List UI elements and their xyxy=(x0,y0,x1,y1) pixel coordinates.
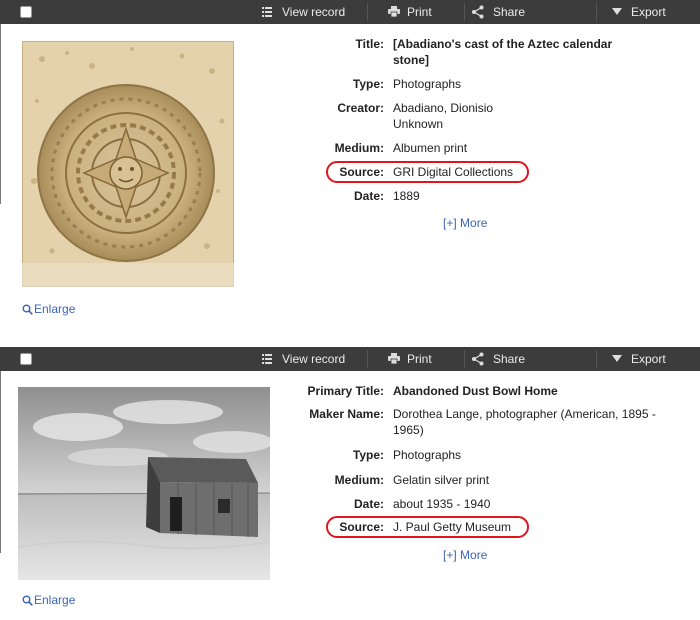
view-record-label: View record xyxy=(282,5,346,19)
print-label: Print xyxy=(407,5,432,19)
print-label: Print xyxy=(407,352,432,366)
creator-label: Creator: xyxy=(337,101,384,115)
select-checkbox[interactable] xyxy=(20,6,32,18)
type-label: Type: xyxy=(352,448,384,462)
enlarge-label: Enlarge xyxy=(34,593,76,607)
dust-bowl-home-thumbnail[interactable] xyxy=(18,387,270,580)
medium-value: Albumen print xyxy=(393,141,468,155)
share-icon xyxy=(472,352,484,366)
export-arrow-icon xyxy=(612,8,622,15)
creator-value-line1: Abadiano, Dionisio xyxy=(393,101,494,115)
source-label: Source: xyxy=(339,165,384,179)
share-icon xyxy=(472,5,484,19)
more-bracket: [+] xyxy=(443,548,457,562)
source-value: J. Paul Getty Museum xyxy=(393,520,512,534)
select-checkbox[interactable] xyxy=(20,353,32,365)
date-value: about 1935 - 1940 xyxy=(393,497,491,511)
type-label: Type: xyxy=(352,77,384,91)
medium-label: Medium: xyxy=(334,141,384,155)
enlarge-link[interactable]: Enlarge xyxy=(22,593,75,607)
source-label: Source: xyxy=(339,520,384,534)
primary-title-label: Primary Title: xyxy=(307,384,384,398)
export-label: Export xyxy=(631,5,666,19)
export-arrow-icon xyxy=(612,355,622,362)
share-label: Share xyxy=(493,5,526,19)
type-value: Photographs xyxy=(393,77,462,91)
print-icon xyxy=(388,6,400,18)
enlarge-link[interactable]: Enlarge xyxy=(22,302,75,316)
export-label: Export xyxy=(631,352,666,366)
share-button[interactable]: Share xyxy=(471,0,525,24)
enlarge-label: Enlarge xyxy=(34,302,76,316)
title-link-line2[interactable]: stone] xyxy=(393,52,429,68)
export-button[interactable]: Export xyxy=(612,347,666,371)
more-link[interactable]: [+] More xyxy=(443,548,487,562)
print-button[interactable]: Print xyxy=(388,0,432,24)
more-bracket: [+] xyxy=(443,216,457,230)
aztec-calendar-stone-thumbnail[interactable] xyxy=(22,41,234,287)
search-result-1: View record Print Share Export Enlarge T… xyxy=(0,0,700,347)
maker-value-line2: 1965) xyxy=(393,423,424,437)
type-value: Photographs xyxy=(393,448,462,462)
search-result-2: View record Print Share Export Enlarge P… xyxy=(0,347,700,620)
share-button[interactable]: Share xyxy=(471,347,525,371)
view-record-button[interactable]: View record xyxy=(262,347,345,371)
medium-label: Medium: xyxy=(334,473,384,487)
date-value: 1889 xyxy=(393,189,420,203)
title-label: Title: xyxy=(355,37,384,51)
export-button[interactable]: Export xyxy=(612,0,666,24)
share-label: Share xyxy=(493,352,526,366)
magnifier-icon xyxy=(22,304,33,315)
result-toolbar: View record Print Share Export xyxy=(0,0,700,24)
result-toolbar: View record Print Share Export xyxy=(0,347,700,371)
date-label: Date: xyxy=(353,189,384,203)
source-value: GRI Digital Collections xyxy=(393,165,514,179)
list-icon xyxy=(262,354,272,364)
date-label: Date: xyxy=(353,497,384,511)
view-record-label: View record xyxy=(282,352,346,366)
primary-title-link[interactable]: Abandoned Dust Bowl Home xyxy=(393,383,558,399)
more-link[interactable]: [+] More xyxy=(443,216,487,230)
magnifier-icon xyxy=(22,595,33,606)
more-label: More xyxy=(460,548,488,562)
maker-value-line1: Dorothea Lange, photographer (American, … xyxy=(393,407,656,421)
list-icon xyxy=(262,7,272,17)
creator-value-line2: Unknown xyxy=(393,117,444,131)
more-label: More xyxy=(460,216,488,230)
title-link-line1[interactable]: [Abadiano's cast of the Aztec calendar xyxy=(393,36,612,52)
print-button[interactable]: Print xyxy=(388,347,432,371)
view-record-button[interactable]: View record xyxy=(262,0,345,24)
maker-label: Maker Name: xyxy=(309,407,384,421)
print-icon xyxy=(388,353,400,365)
medium-value: Gelatin silver print xyxy=(393,473,490,487)
